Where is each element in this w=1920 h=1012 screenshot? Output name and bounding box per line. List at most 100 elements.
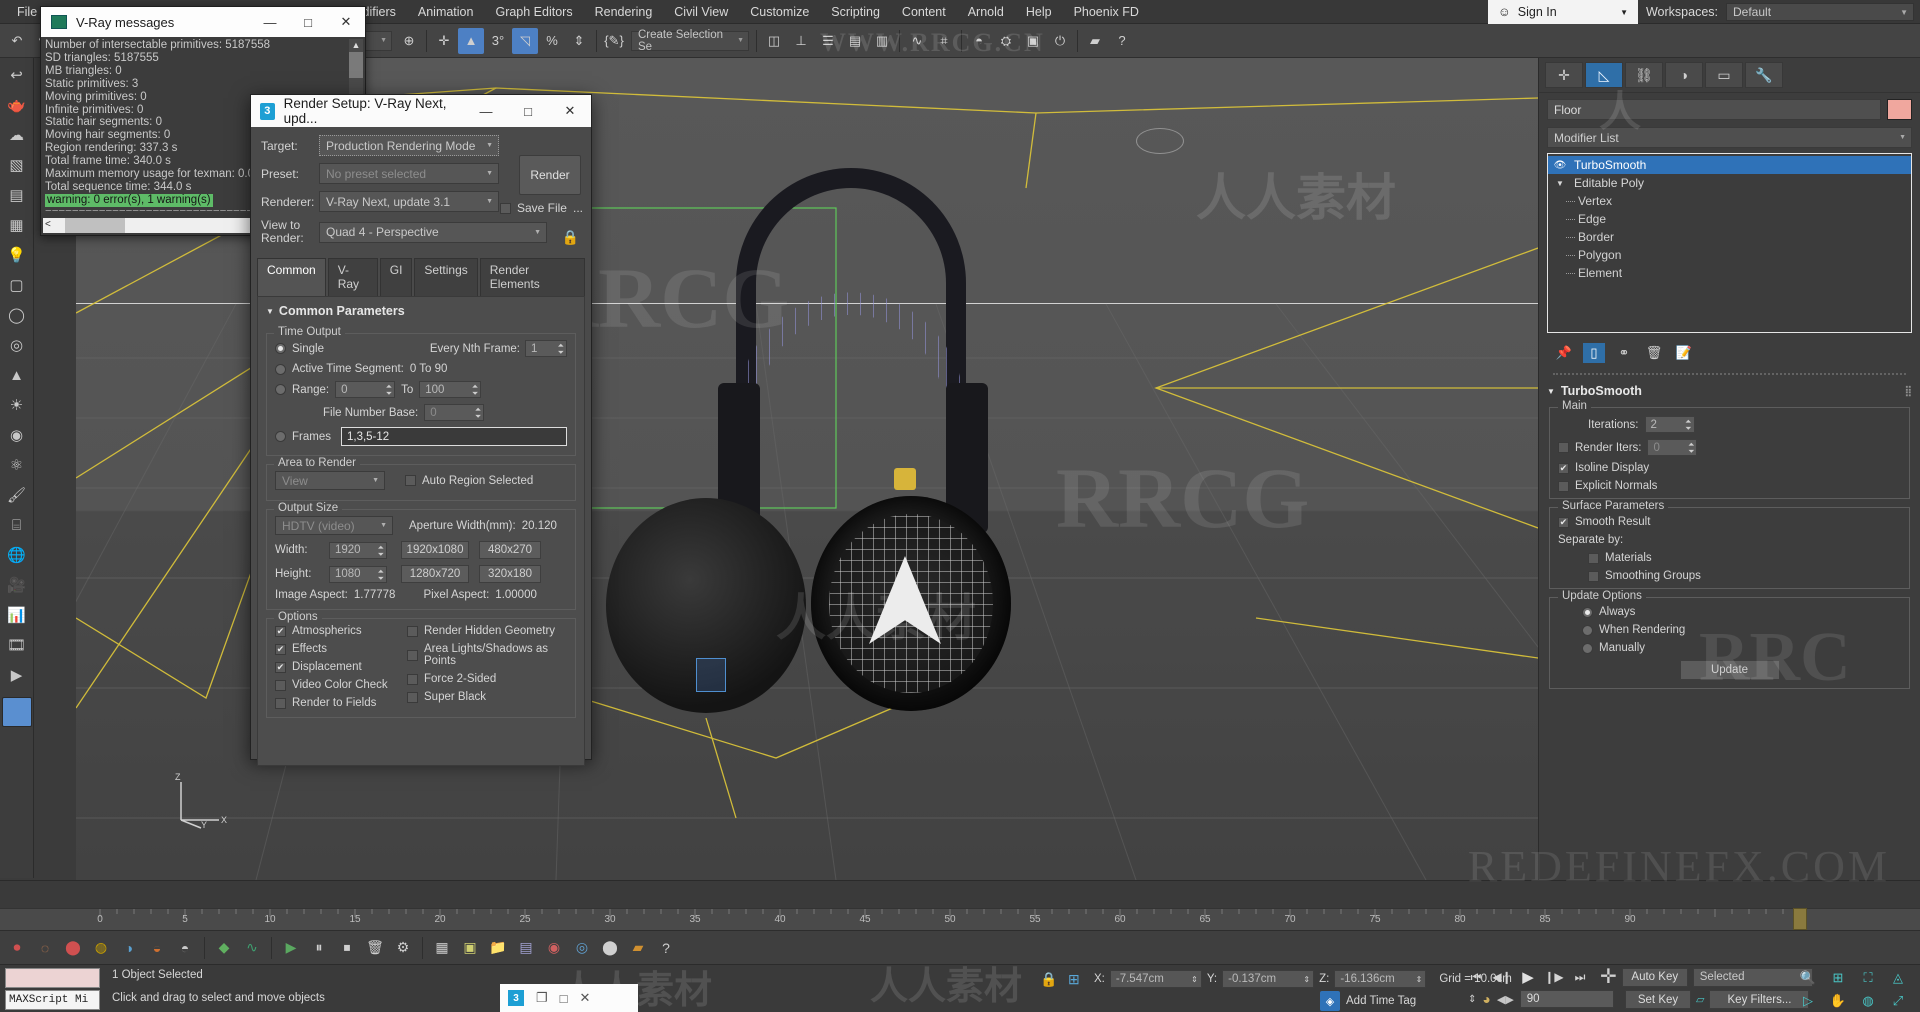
preset-320x180-button[interactable]: 320x180 [479,565,541,583]
stack-subitem-polygon[interactable]: Polygon [1548,246,1911,264]
frames-input[interactable]: 1,3,5-12 [340,427,567,446]
delete-modifier-icon[interactable]: 🗑 [1643,343,1665,363]
scroll-thumb[interactable] [65,218,125,233]
sign-in-button[interactable]: ☺ Sign In ▼ [1487,0,1638,24]
maximize-viewport-icon[interactable]: ⤢ [1884,990,1912,1011]
iterations-spinner[interactable]: 2 ⏶ ⏷ [1644,416,1695,433]
spline-icon[interactable]: ∿ [239,935,265,961]
stack-item-editable-poly[interactable]: ▼ Editable Poly [1548,174,1911,192]
teapot-icon[interactable]: 🫖 [3,91,31,119]
snapshot-icon[interactable]: ▣ [457,935,483,961]
materials-checkbox[interactable] [1588,552,1599,564]
render-iters-checkbox[interactable] [1558,442,1569,453]
taskbar-window-preview[interactable]: 3 ❐ □ ✕ [500,984,638,1012]
box-icon[interactable]: ▢ [3,271,31,299]
isoline-display-checkbox[interactable] [1558,462,1569,474]
align-icon[interactable]: ⊥ [788,28,814,54]
time-configuration-icon[interactable]: ◕ [1482,991,1490,1007]
active-time-segment-radio[interactable] [275,363,286,375]
render-setup-titlebar[interactable]: 3 Render Setup: V-Ray Next, upd... — □ ✕ [251,95,591,127]
area-lights-shadows-as-points-checkbox[interactable] [407,649,418,661]
stack-item-turbosmooth[interactable]: 👁 TurboSmooth [1548,156,1911,174]
tab-vray[interactable]: V-Ray [327,258,378,296]
named-selection-sets-icon[interactable]: {✎} [601,28,627,54]
renderer-select[interactable]: V-Ray Next, update 3.1 ▼ [319,191,499,212]
key-mode-icon[interactable]: ◆ [211,935,237,961]
render-setup-dialog[interactable]: 3 Render Setup: V-Ray Next, upd... — □ ✕… [250,94,592,766]
render-hidden-geometry-checkbox[interactable] [407,625,418,637]
preset-1280x720-button[interactable]: 1280x720 [401,565,469,583]
light-lister-icon[interactable]: ◉ [541,935,567,961]
camera-list-icon[interactable]: ◎ [569,935,595,961]
cone-icon[interactable]: ▲ [3,361,31,389]
camera-icon[interactable]: 🎥 [3,571,31,599]
cloud-icon[interactable]: ☁ [3,121,31,149]
menu-item-rendering[interactable]: Rendering [584,2,664,22]
mirror-icon[interactable]: ◫ [761,28,787,54]
tab-display[interactable]: ▭ [1705,62,1743,88]
maximize-icon[interactable]: □ [507,95,549,127]
stack-subitem-edge[interactable]: Edge [1548,210,1911,228]
percent-snap-icon[interactable]: ◹ [512,27,538,54]
stack-subitem-element[interactable]: Element [1548,264,1911,282]
pan-hand-icon[interactable]: ✋ [1824,990,1852,1011]
previous-frame-icon[interactable]: ◀❙ [1491,967,1513,987]
menu-item-scripting[interactable]: Scripting [820,2,891,22]
render-icon[interactable]: ▰ [625,935,651,961]
create-selection-set-input[interactable]: Create Selection Se ▼ [631,29,749,53]
add-time-tag[interactable]: ◈ Add Time Tag [1320,991,1416,1011]
workspace-select[interactable]: Default ▼ [1726,3,1914,21]
menu-item-graph-editors[interactable]: Graph Editors [484,2,583,22]
preset-1920x1080-button[interactable]: 1920x1080 [401,541,469,559]
width-spinner[interactable]: 1920 ⏶ ⏷ [329,541,387,559]
height-spinner[interactable]: 1080 ⏶ ⏷ [329,565,387,583]
play-icon[interactable]: ▶ [1517,967,1539,987]
frame-stepper-icon[interactable]: ◀▶ [1497,993,1514,1006]
key-filters-toggle-icon[interactable]: ▱ [1696,993,1704,1006]
scroll-up-icon[interactable]: ▲ [349,39,363,52]
spinner-snap-icon[interactable]: % [539,28,565,54]
isolate-icon[interactable]: ◓ [172,935,198,961]
scroll-thumb[interactable] [349,51,363,78]
sphere-icon[interactable]: ◯ [3,301,31,329]
menu-item-animation[interactable]: Animation [407,2,485,22]
always-radio[interactable] [1582,606,1593,618]
turbosmooth-rollup-header[interactable]: ▼ TurboSmooth ⣿ [1547,381,1912,401]
minimize-icon[interactable]: — [465,95,507,127]
modifier-stack[interactable]: 👁 TurboSmooth ▼ Editable Poly Vertex Edg… [1547,153,1912,333]
output-size-preset-select[interactable]: HDTV (video) ▼ [275,516,393,535]
maxscript-mini-listener[interactable]: MAXScript Mi [5,990,100,1010]
video-color-check-checkbox[interactable] [275,679,286,691]
chart-icon[interactable]: 📊 [3,601,31,629]
material-editor-icon[interactable]: ◓ [966,28,992,54]
frames-radio[interactable] [275,431,286,442]
menu-item-help[interactable]: Help [1015,2,1063,22]
grid-icon[interactable]: ▦ [429,935,455,961]
show-end-result-icon[interactable]: ▯ [1583,343,1605,363]
hierarchy-icon[interactable]: ⌸ [3,511,31,539]
play-animation-icon[interactable]: ▶ [278,935,304,961]
frame-spinner-icon[interactable]: ⇕ [1468,994,1476,1005]
render-setup-icon[interactable]: ⛭ [993,28,1019,54]
single-radio[interactable] [275,343,286,354]
preset-480x270-button[interactable]: 480x270 [479,541,541,559]
atmospherics-checkbox[interactable] [275,625,286,637]
play-arrow-icon[interactable]: ▶ [3,661,31,689]
modifier-list-select[interactable]: Modifier List ▼ [1547,127,1912,148]
go-to-end-icon[interactable]: ⏭ [1569,967,1591,987]
minimize-icon[interactable]: — [251,7,289,37]
configure-modifier-sets-icon[interactable]: 📝 [1673,343,1695,363]
eye-icon[interactable]: 👁 [1552,158,1568,172]
tab-utilities[interactable]: 🔧 [1745,62,1783,88]
pin-stack-icon[interactable]: 📌 [1553,343,1575,363]
pivot-center-icon[interactable]: ⊕ [396,28,422,54]
zoom-icon[interactable]: 🔍 [1794,967,1822,988]
undo-arrow-icon[interactable]: ↩ [3,61,31,89]
displacement-checkbox[interactable] [275,661,286,673]
paint-icon[interactable]: 🖌 [3,481,31,509]
menu-item-arnold[interactable]: Arnold [957,2,1015,22]
angle-snap-icon[interactable]: 3° [485,28,511,54]
render-production-icon[interactable]: ⏻ [1047,28,1073,54]
y-input[interactable]: -0.137cm ⇕ [1222,970,1315,988]
stack-subitem-vertex[interactable]: Vertex [1548,192,1911,210]
